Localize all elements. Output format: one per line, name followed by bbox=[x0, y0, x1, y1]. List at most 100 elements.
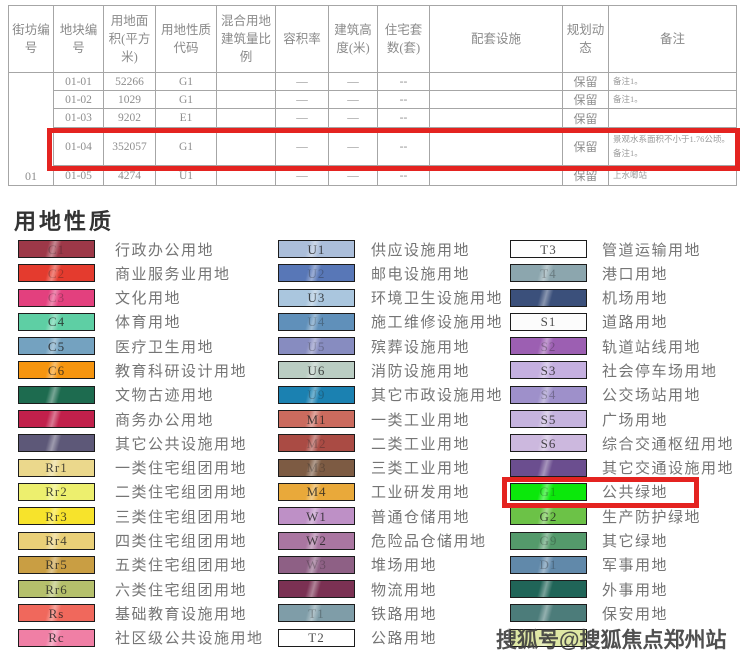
legend-item: C4体育用地 bbox=[18, 313, 264, 331]
legend-label: 商业服务业用地 bbox=[115, 263, 231, 284]
legend-column-2: U1供应设施用地U2邮电设施用地U3环境卫生设施用地U4施工维修设施用地U5殡葬… bbox=[278, 240, 503, 653]
legend-swatch bbox=[18, 410, 95, 428]
cell-facilities bbox=[430, 91, 563, 109]
table-row: 0101-0152266G1——--保留备注1。 bbox=[9, 73, 737, 91]
legend-item: Rr1一类住宅组团用地 bbox=[18, 459, 264, 477]
cell-housing-units: -- bbox=[378, 73, 430, 91]
cell-area: 52266 bbox=[104, 73, 156, 91]
cell-housing-units: -- bbox=[378, 128, 430, 166]
column-header: 规划动态 bbox=[563, 6, 609, 73]
cell-plot-ratio: — bbox=[276, 73, 329, 91]
legend-code: U4 bbox=[308, 315, 326, 328]
legend-item: G9 其它绿地 bbox=[510, 532, 734, 550]
cell-plot-ratio: — bbox=[276, 109, 329, 128]
cell-planning-status: 保留 bbox=[563, 73, 609, 91]
column-header: 配套设施 bbox=[430, 6, 563, 73]
legend-label: 医疗卫生用地 bbox=[115, 336, 214, 357]
legend-code: S4 bbox=[541, 388, 557, 401]
column-header: 地块编号 bbox=[54, 6, 104, 73]
column-header: 用地面积(平方米) bbox=[104, 6, 156, 73]
legend-item: 其它公共设施用地 bbox=[18, 434, 264, 452]
legend-swatch: S3 bbox=[510, 361, 587, 379]
legend-swatch bbox=[510, 604, 587, 622]
legend-item: M1一类工业用地 bbox=[278, 410, 503, 428]
legend-swatch: U9 bbox=[278, 386, 355, 404]
legend-swatch: T1 bbox=[278, 604, 355, 622]
legend-label: 其它绿地 bbox=[602, 530, 668, 551]
legend-label: 生产防护绿地 bbox=[602, 506, 701, 527]
legend-item: T2公路用地 bbox=[278, 629, 503, 647]
legend-code: S2 bbox=[541, 340, 557, 353]
legend-code: M2 bbox=[306, 437, 326, 450]
legend-item: Rr4四类住宅组团用地 bbox=[18, 532, 264, 550]
legend-code: G2 bbox=[540, 510, 558, 523]
cell-area: 9202 bbox=[104, 109, 156, 128]
legend-label: 其它交通设施用地 bbox=[602, 457, 734, 478]
cell-facilities bbox=[430, 73, 563, 91]
legend-label: 六类住宅组团用地 bbox=[115, 579, 247, 600]
legend-code: U9 bbox=[308, 388, 326, 401]
legend-label: 文化用地 bbox=[115, 287, 181, 308]
legend-code: U6 bbox=[308, 364, 326, 377]
legend-swatch: S5 bbox=[510, 410, 587, 428]
cell-remark: 备注1。 bbox=[609, 91, 737, 109]
legend-swatch bbox=[278, 580, 355, 598]
legend-item: Rr6 六类住宅组团用地 bbox=[18, 580, 264, 598]
legend-swatch: C1 bbox=[18, 240, 95, 258]
legend-label: 四类住宅组团用地 bbox=[115, 530, 247, 551]
legend-item: U1 供应设施用地 bbox=[278, 240, 503, 258]
legend-label: 供应设施用地 bbox=[371, 239, 470, 260]
legend-code: Rr6 bbox=[45, 583, 68, 596]
legend-label: 社区级公共设施用地 bbox=[115, 627, 264, 648]
legend-swatch bbox=[18, 434, 95, 452]
cell-building-height: — bbox=[329, 91, 378, 109]
column-header: 住宅套数(套) bbox=[378, 6, 430, 73]
legend-item: C6教育科研设计用地 bbox=[18, 361, 264, 379]
cell-facilities bbox=[430, 109, 563, 128]
legend-swatch: S2 bbox=[510, 337, 587, 355]
legend-label: 其它市政设施用地 bbox=[371, 384, 503, 405]
legend-swatch: C2 bbox=[18, 264, 95, 282]
table-row: 01-054274U1——--保留上水唧站 bbox=[9, 166, 737, 186]
legend-item: G1公共绿地 bbox=[510, 483, 734, 501]
legend-code: G9 bbox=[540, 534, 558, 547]
cell-area: 1029 bbox=[104, 91, 156, 109]
legend-code: M4 bbox=[306, 485, 326, 498]
plan-table: 街坊编号地块编号用地面积(平方米)用地性质代码混合用地建筑量比例容积率建筑高度(… bbox=[8, 5, 737, 186]
cell-planning-status: 保留 bbox=[563, 91, 609, 109]
table-header-row: 街坊编号地块编号用地面积(平方米)用地性质代码混合用地建筑量比例容积率建筑高度(… bbox=[9, 6, 737, 73]
legend-item: C3 文化用地 bbox=[18, 289, 264, 307]
legend-swatch: G9 bbox=[510, 532, 587, 550]
legend-item: U3环境卫生设施用地 bbox=[278, 289, 503, 307]
legend-label: 一类住宅组团用地 bbox=[115, 457, 247, 478]
legend-swatch: G1 bbox=[510, 483, 587, 501]
cell-mix-ratio bbox=[217, 91, 276, 109]
cell-building-height: — bbox=[329, 73, 378, 91]
cell-mix-ratio bbox=[217, 166, 276, 186]
legend-swatch bbox=[510, 289, 587, 307]
legend-label: 基础教育设施用地 bbox=[115, 603, 247, 624]
legend-code: U3 bbox=[308, 291, 326, 304]
column-header: 备注 bbox=[609, 6, 737, 73]
legend-code: C3 bbox=[48, 291, 65, 304]
legend-swatch: T4 bbox=[510, 264, 587, 282]
cell-plot-ratio: — bbox=[276, 91, 329, 109]
page: 街坊编号地块编号用地面积(平方米)用地性质代码混合用地建筑量比例容积率建筑高度(… bbox=[0, 0, 740, 656]
column-header: 容积率 bbox=[276, 6, 329, 73]
legend-code: Rr3 bbox=[45, 510, 68, 523]
cell-mix-ratio bbox=[217, 128, 276, 166]
legend-code: T2 bbox=[308, 631, 324, 644]
legend-swatch: S6 bbox=[510, 434, 587, 452]
cell-facilities bbox=[430, 166, 563, 186]
legend-swatch: U1 bbox=[278, 240, 355, 258]
legend-label: 普通仓储用地 bbox=[371, 506, 470, 527]
legend-swatch: U4 bbox=[278, 313, 355, 331]
legend-label: 道路用地 bbox=[602, 311, 668, 332]
legend-swatch: Rr5 bbox=[18, 556, 95, 574]
legend-label: 港口用地 bbox=[602, 263, 668, 284]
legend-code: C4 bbox=[48, 315, 65, 328]
cell-plot-ratio: — bbox=[276, 166, 329, 186]
cell-building-height: — bbox=[329, 128, 378, 166]
legend-code: Rr2 bbox=[45, 485, 68, 498]
legend-column-1: C1行政办公用地C2商业服务业用地C3文化用地C4体育用地C5医疗卫生用地C6教… bbox=[18, 240, 264, 653]
